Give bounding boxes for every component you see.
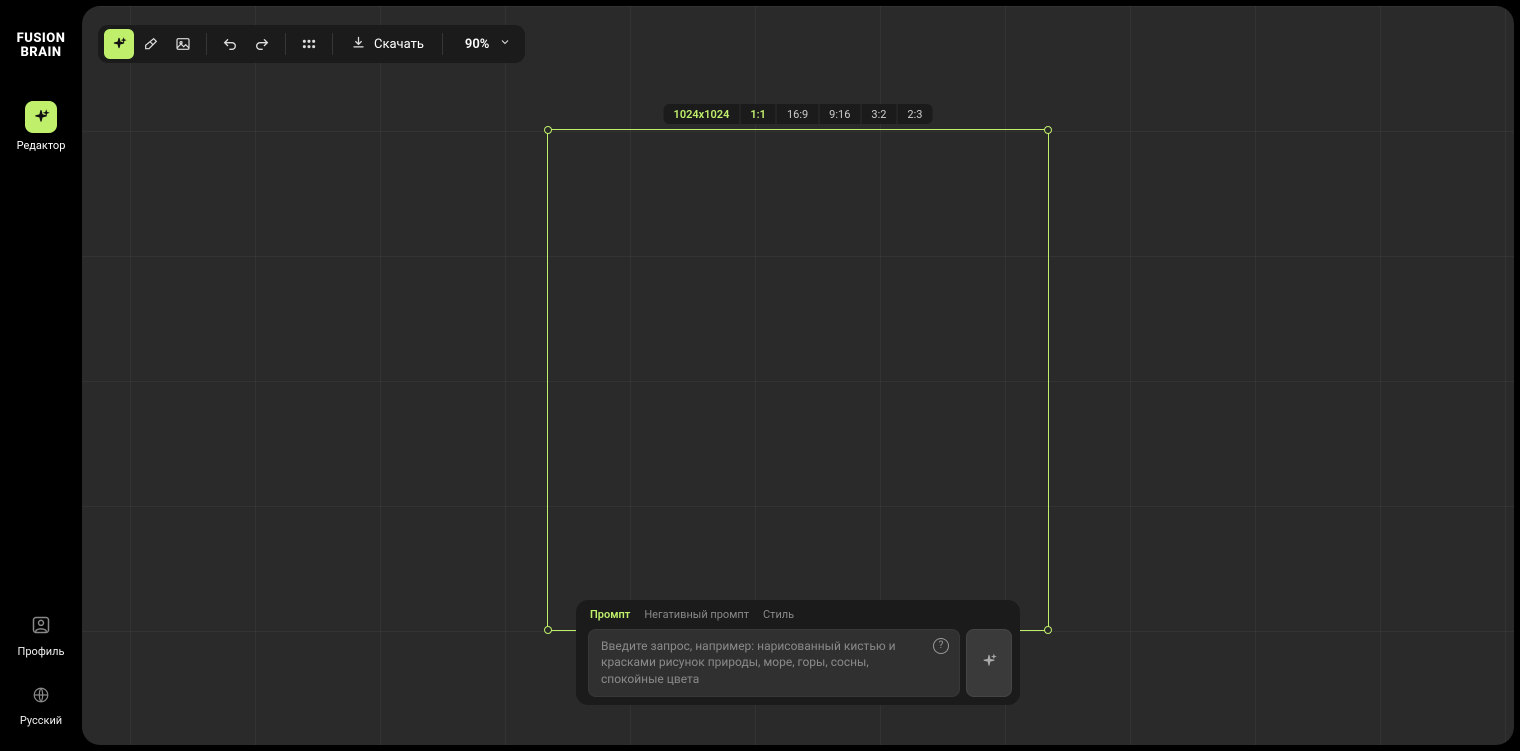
nav-profile-label: Профиль [18,645,65,658]
aspect-ratio-bar: 1024x1024 1:1 16:9 9:16 3:2 2:3 [664,104,933,124]
help-icon[interactable]: ? [933,638,949,654]
generate-tool-button[interactable] [104,29,134,59]
ratio-3-2[interactable]: 3:2 [861,104,897,124]
resize-handle-br[interactable] [1044,626,1052,634]
zoom-dropdown[interactable]: 90% [451,29,519,59]
ratio-9-16[interactable]: 9:16 [819,104,861,124]
download-button[interactable]: Скачать [341,29,434,59]
globe-icon [32,686,50,708]
brand-line1: FUSION [17,32,66,46]
more-tools-button[interactable] [294,29,324,59]
sidebar: FUSION BRAIN Редактор Профиль [0,0,82,751]
brand-line2: BRAIN [17,46,66,60]
generate-button[interactable] [966,629,1012,697]
zoom-label: 90% [465,37,489,52]
sparkle-icon [980,652,998,674]
top-toolbar: Скачать 90% [98,25,525,63]
nav-language[interactable]: Русский [20,686,62,727]
ratio-2-3[interactable]: 2:3 [897,104,932,124]
prompt-panel: Промпт Негативный промпт Стиль Введите з… [576,600,1020,705]
brand-logo: FUSION BRAIN [17,32,66,59]
nav-language-label: Русский [20,714,62,727]
sparkles-icon [25,101,57,133]
download-label: Скачать [374,37,424,52]
ratio-16-9[interactable]: 16:9 [777,104,819,124]
prompt-input[interactable]: Введите запрос, например: нарисованный к… [588,629,960,697]
nav-profile[interactable]: Профиль [18,615,65,658]
chevron-down-icon [499,36,511,52]
ratio-1-1[interactable]: 1:1 [740,104,777,124]
canvas-frame[interactable] [547,129,1049,631]
prompt-placeholder: Введите запрос, например: нарисованный к… [601,638,925,688]
erase-tool-button[interactable] [136,29,166,59]
resize-handle-tl[interactable] [544,126,552,134]
ratio-size[interactable]: 1024x1024 [664,104,741,124]
user-icon [31,615,51,639]
redo-button[interactable] [247,29,277,59]
nav-editor[interactable]: Редактор [0,101,82,152]
resize-handle-bl[interactable] [544,626,552,634]
image-tool-button[interactable] [168,29,198,59]
download-icon [351,35,366,54]
nav-editor-label: Редактор [17,139,66,152]
undo-button[interactable] [215,29,245,59]
tab-style[interactable]: Стиль [763,608,794,621]
prompt-tabs: Промпт Негативный промпт Стиль [588,608,1012,621]
tab-negative-prompt[interactable]: Негативный промпт [644,608,749,621]
editor-canvas-area: Скачать 90% 1024x1024 1:1 16:9 9:16 3:2 … [82,6,1514,745]
resize-handle-tr[interactable] [1044,126,1052,134]
tab-prompt[interactable]: Промпт [590,608,630,621]
